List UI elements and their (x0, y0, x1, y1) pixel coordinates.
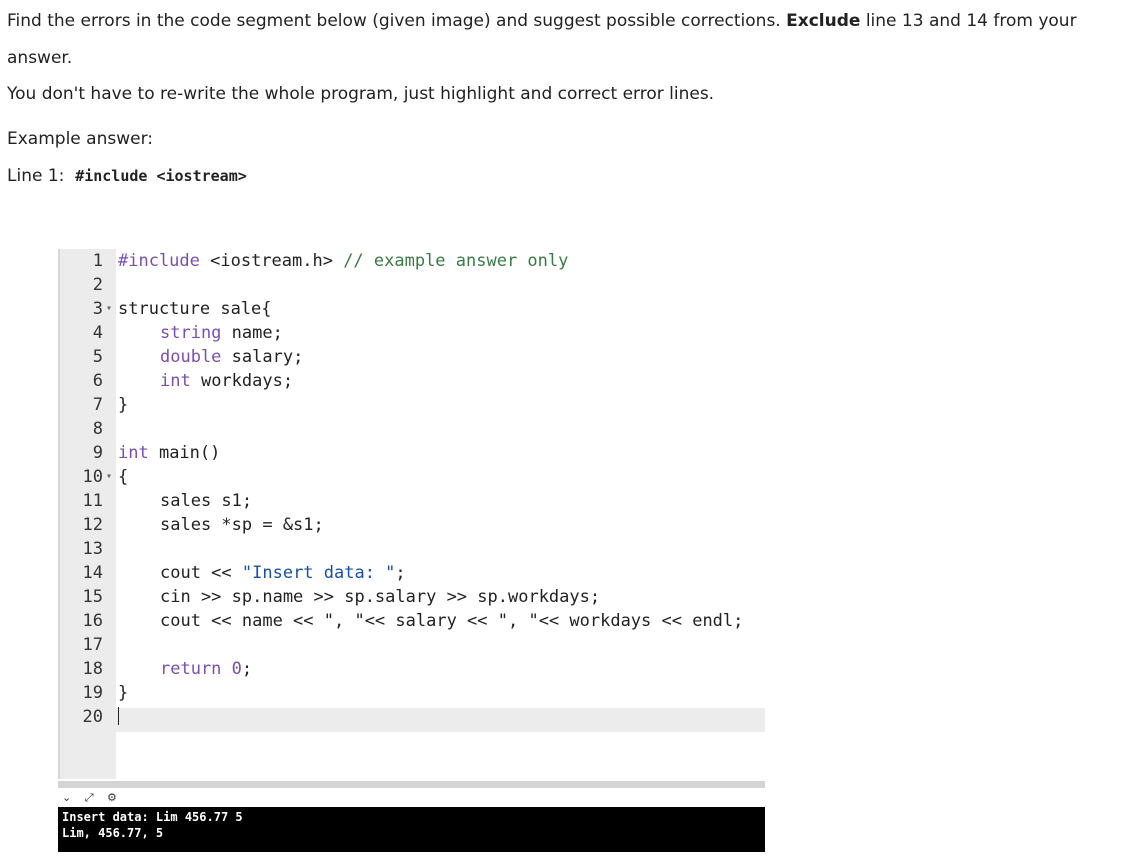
question-text: Find the errors in the code segment belo… (7, 11, 781, 31)
line-number: 6 (92, 371, 103, 391)
line-number: 7 (92, 395, 103, 415)
type-keyword: double (160, 347, 222, 367)
preprocessor-directive: #include (118, 251, 200, 271)
code-line-7: } (118, 395, 129, 415)
current-line-highlight (116, 708, 765, 732)
example-answer: Line 1: #include <iostream> (7, 165, 247, 187)
code-line-12: sales *sp = &s1; (160, 515, 324, 535)
example-code: #include <iostream> (75, 167, 247, 185)
return-keyword: return (160, 659, 222, 679)
panel-divider[interactable] (58, 781, 765, 788)
question-text-suffix: line 13 and 14 from your (865, 11, 1077, 31)
line-number: 11 (82, 491, 103, 511)
type-keyword: string (160, 323, 222, 343)
type-keyword: int (160, 371, 191, 391)
type-keyword: int (118, 443, 149, 463)
console-line: Insert data: Lim 456.77 5 (62, 810, 243, 824)
string-literal: "Insert data: " (241, 563, 396, 583)
example-label: Example answer: (7, 129, 153, 149)
code-line-4: string name; (160, 321, 283, 345)
code-line-15: cin >> sp.name >> sp.salary >> sp.workda… (160, 587, 601, 607)
code-line-5: double salary; (160, 345, 303, 369)
code-line-3: structure sale{ (118, 299, 272, 319)
number-literal: 0 (231, 659, 242, 679)
include-target: <iostream.h> (199, 251, 344, 271)
line-number: 14 (82, 563, 103, 583)
member-name: salary; (221, 347, 304, 367)
cout-statement: cout << (160, 563, 242, 583)
code-line-9: int main() (118, 441, 220, 465)
expand-icon[interactable]: ⤢ (85, 791, 94, 804)
line-number: 10 (82, 467, 103, 487)
settings-icon[interactable]: ⚙ (107, 791, 117, 804)
line-number: 20 (82, 707, 103, 727)
line-number: 3 (92, 299, 103, 319)
line-number: 8 (92, 419, 103, 439)
line-number: 9 (92, 443, 103, 463)
code-comment: // example answer only (343, 251, 569, 271)
function-name: main() (148, 443, 221, 463)
semicolon: ; (241, 659, 253, 679)
code-line-20[interactable] (118, 705, 119, 729)
question-line-2: answer. (7, 48, 73, 68)
code-line-19: } (118, 683, 129, 703)
line-number: 1 (92, 251, 103, 271)
code-line-1: #include <iostream.h> // example answer … (118, 249, 568, 273)
fold-marker-icon[interactable]: ▾ (104, 465, 114, 489)
line-number: 19 (82, 683, 103, 703)
code-line-10: { (118, 467, 129, 487)
console-line: Lim, 456.77, 5 (62, 826, 164, 840)
semicolon: ; (395, 563, 406, 583)
question-bold: Exclude (786, 11, 861, 31)
question-line-1: Find the errors in the code segment belo… (7, 10, 1077, 32)
instruction-line: You don't have to re-write the whole pro… (7, 84, 715, 104)
line-number: 17 (82, 635, 103, 655)
code-line-16: cout << name << ", "<< salary << ", "<< … (160, 611, 744, 631)
line-number: 4 (92, 323, 103, 343)
fold-marker-icon[interactable]: ▾ (104, 297, 114, 321)
line-number: 16 (82, 611, 103, 631)
member-name: name; (221, 323, 283, 343)
line-number: 2 (92, 275, 103, 295)
line-number: 13 (82, 539, 103, 559)
line-number: 5 (92, 347, 103, 367)
example-line-label: Line 1: (7, 166, 65, 186)
code-line-14: cout << "Insert data: "; (160, 561, 406, 585)
code-line-11: sales s1; (160, 491, 253, 511)
text-cursor (118, 707, 119, 725)
code-editor-screenshot: 1 2 3 4 5 6 7 8 9 10 11 12 13 14 15 16 1… (58, 249, 765, 852)
chevron-down-icon[interactable]: ⌄ (62, 791, 71, 804)
code-line-6: int workdays; (160, 369, 293, 393)
console-toolbar: ⌄ ⤢ ⚙ (62, 791, 127, 805)
line-number: 12 (82, 515, 103, 535)
console-output: Insert data: Lim 456.77 5 Lim, 456.77, 5 (58, 807, 765, 852)
code-line-18: return 0; (160, 657, 252, 681)
line-number: 18 (82, 659, 103, 679)
line-number: 15 (82, 587, 103, 607)
member-name: workdays; (190, 371, 294, 391)
